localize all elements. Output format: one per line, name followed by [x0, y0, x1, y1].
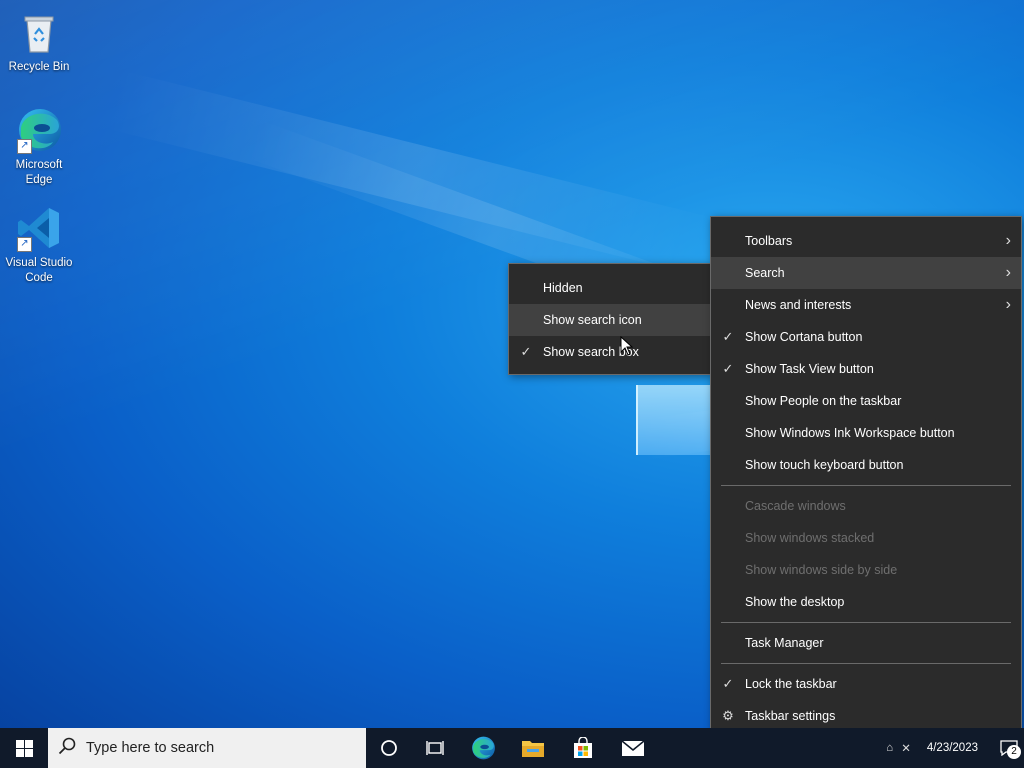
menu-item-show-search-icon[interactable]: Show search icon	[509, 304, 711, 336]
menu-separator	[721, 485, 1011, 486]
chevron-right-icon: ›	[1005, 232, 1011, 249]
desktop-icon-recycle-bin[interactable]: Recycle Bin	[1, 8, 77, 75]
taskbar-edge-button[interactable]	[458, 728, 508, 768]
recycle-bin-icon	[15, 8, 63, 56]
edge-icon	[472, 736, 495, 760]
cortana-circle-icon	[381, 740, 397, 756]
menu-item-show-search-box[interactable]: ✓ Show search box	[509, 336, 711, 368]
taskbar-mail-button[interactable]	[608, 728, 658, 768]
menu-item-show-people[interactable]: Show People on the taskbar	[711, 385, 1021, 417]
shortcut-arrow-icon: ↗	[17, 139, 32, 154]
network-icon[interactable]: ⌂	[886, 742, 893, 754]
menu-item-show-windows-side-by-side: Show windows side by side	[745, 563, 898, 577]
menu-item-show-ink-workspace[interactable]: Show Windows Ink Workspace button	[711, 417, 1021, 449]
chevron-right-icon: ›	[1005, 264, 1011, 281]
taskbar-context-menu: Toolbars › Search › News and interests ›…	[710, 216, 1022, 735]
edge-icon: ↗	[15, 106, 63, 154]
search-submenu: Hidden Show search icon ✓ Show search bo…	[508, 263, 712, 375]
taskbar-store-button[interactable]	[558, 728, 608, 768]
menu-item-lock-the-taskbar[interactable]: ✓ Lock the taskbar	[711, 668, 1021, 700]
vscode-icon: ↗	[15, 204, 63, 252]
shortcut-arrow-icon: ↗	[17, 237, 32, 252]
menu-separator	[721, 663, 1011, 664]
store-bag-icon	[574, 737, 592, 758]
notification-badge: 2	[1007, 745, 1021, 759]
action-center-button[interactable]: 2	[994, 728, 1024, 768]
taskbar-file-explorer-button[interactable]	[508, 728, 558, 768]
task-view-icon	[426, 741, 444, 755]
search-icon	[48, 737, 86, 760]
cortana-button[interactable]	[366, 728, 412, 768]
menu-item-show-the-desktop[interactable]: Show the desktop	[711, 586, 1021, 618]
menu-item-show-cortana-button[interactable]: ✓ Show Cortana button	[711, 321, 1021, 353]
desktop-icon-microsoft-edge[interactable]: ↗ Microsoft Edge	[1, 106, 77, 188]
menu-item-cascade-windows: Cascade windows	[745, 499, 846, 513]
checkmark-icon: ✓	[520, 344, 532, 359]
windows-logo-light	[636, 385, 712, 455]
desktop-icon-vscode[interactable]: ↗ Visual Studio Code	[1, 204, 77, 286]
menu-item-show-task-view-button[interactable]: ✓ Show Task View button	[711, 353, 1021, 385]
checkmark-icon: ✓	[722, 361, 734, 376]
menu-item-show-touch-keyboard[interactable]: Show touch keyboard button	[711, 449, 1021, 481]
desktop-icon-label: Microsoft Edge	[15, 159, 63, 186]
checkmark-icon: ✓	[722, 676, 734, 691]
search-placeholder: Type here to search	[86, 740, 215, 756]
menu-item-news-and-interests[interactable]: News and interests ›	[711, 289, 1021, 321]
task-view-button[interactable]	[412, 728, 458, 768]
windows-logo-icon	[15, 739, 33, 757]
taskbar-search-box[interactable]: Type here to search	[48, 728, 366, 768]
clock-date[interactable]: 4/23/2023	[927, 742, 978, 754]
menu-separator	[721, 622, 1011, 623]
taskbar: Type here to search ⌂ ✕ 4/23/2023 2	[0, 728, 1024, 768]
start-button[interactable]	[0, 728, 48, 768]
menu-item-search[interactable]: Search ›	[711, 257, 1021, 289]
system-tray: ⌂ ✕ 4/23/2023 2	[886, 728, 1024, 768]
menu-item-show-windows-stacked: Show windows stacked	[745, 531, 875, 545]
mouse-cursor-icon	[620, 336, 634, 356]
menu-item-toolbars[interactable]: Toolbars ›	[711, 225, 1021, 257]
menu-item-task-manager[interactable]: Task Manager	[711, 627, 1021, 659]
desktop-icon-label: Visual Studio Code	[5, 257, 73, 284]
mail-icon	[621, 739, 645, 756]
chevron-right-icon: ›	[1005, 296, 1011, 313]
desktop-icon-label: Recycle Bin	[8, 61, 70, 73]
menu-item-hidden[interactable]: Hidden	[509, 272, 711, 304]
folder-icon	[522, 741, 544, 757]
volume-muted-icon[interactable]: ✕	[901, 741, 911, 755]
checkmark-icon: ✓	[722, 329, 734, 344]
